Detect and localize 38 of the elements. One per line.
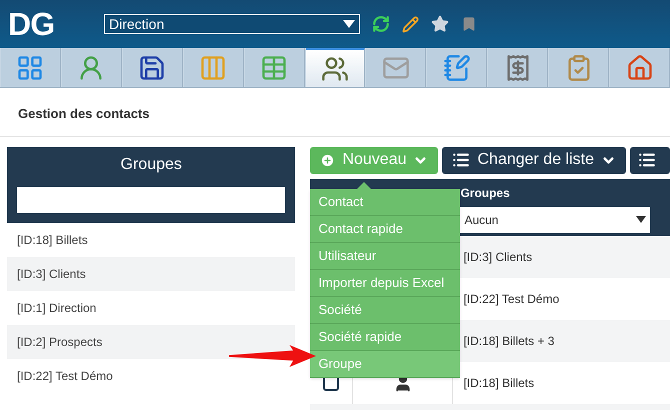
star-icon[interactable] <box>431 15 449 33</box>
list-icon <box>638 151 656 169</box>
list-button[interactable] <box>630 146 670 174</box>
board-icon <box>199 54 228 82</box>
table-cell-text: [ID:18] Billets <box>463 374 534 392</box>
table-cell-text: [ID:3] Clients <box>463 248 532 266</box>
group-item[interactable]: [ID:3] Clients <box>17 264 86 282</box>
groups-filter[interactable]: Aucun <box>460 206 650 232</box>
group-item[interactable]: [ID:2] Prospects <box>17 332 102 350</box>
context-select[interactable]: Direction <box>104 14 360 34</box>
logo: DG <box>8 5 56 44</box>
refresh-icon[interactable] <box>372 15 390 33</box>
floppy-icon <box>138 54 166 82</box>
table-cell-text: [ID:18] Billets + 3 <box>463 332 554 350</box>
page-title: Gestion des contacts <box>0 88 670 136</box>
tab[interactable] <box>122 48 183 87</box>
tab[interactable] <box>610 48 670 87</box>
groups-title: Groupes <box>120 154 182 174</box>
bookmark-icon[interactable] <box>461 16 477 32</box>
group-item[interactable]: [ID:18] Billets <box>17 230 88 248</box>
house-icon <box>626 54 654 82</box>
search-field[interactable] <box>17 186 286 212</box>
tab[interactable] <box>488 48 548 87</box>
table-cell-text: [ID:22] Test Démo <box>463 290 560 308</box>
group-item[interactable]: [ID:1] Direction <box>17 298 96 316</box>
apps-icon <box>16 54 44 82</box>
dropdown-icon <box>636 216 646 223</box>
column-header: Groupes <box>460 184 511 202</box>
pencil-icon[interactable] <box>402 16 419 32</box>
dropdown-icon <box>343 20 355 28</box>
tab[interactable] <box>306 48 366 87</box>
notepad-icon <box>442 54 471 82</box>
group-item[interactable]: [ID:22] Test Démo <box>17 366 113 384</box>
table-icon <box>260 54 288 82</box>
people-icon <box>320 54 349 82</box>
list-icon <box>452 151 470 169</box>
change-list-button[interactable]: Changer de liste <box>442 146 626 174</box>
plus-icon <box>320 152 336 168</box>
